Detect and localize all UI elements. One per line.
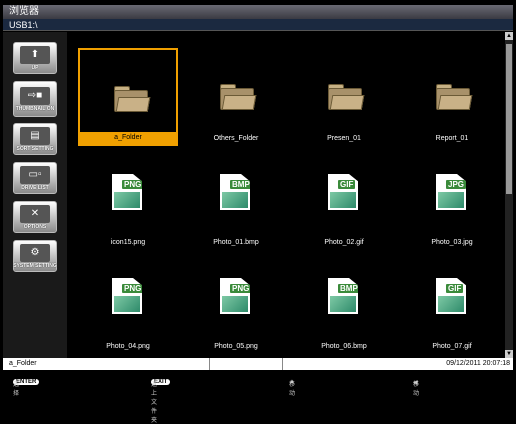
options-button[interactable]: ✕ OPTIONS — [13, 201, 57, 233]
file-item[interactable]: PNG icon15.png — [78, 152, 178, 250]
image-file-icon: PNG — [220, 278, 250, 314]
scroll-down-icon[interactable]: ▼ — [505, 350, 513, 358]
folder-item[interactable]: Presen_01 — [294, 48, 394, 146]
status-bar: a_Folder 09/12/2011 20:07:18 — [3, 358, 513, 370]
up-button[interactable]: ⬆ UP — [13, 42, 57, 74]
selected-item-text: a_Folder — [9, 360, 37, 367]
folder-icon — [328, 84, 365, 110]
image-file-icon: PNG — [112, 174, 142, 210]
window-title: 浏览器 — [3, 5, 513, 19]
path-bar: USB1:\ — [3, 19, 513, 31]
file-grid: a_Folder Others_Folder Presen_01 Report_… — [68, 32, 504, 358]
file-item[interactable]: PNG Photo_04.png — [78, 256, 178, 354]
vertical-scrollbar[interactable]: ▲ ▼ — [505, 32, 513, 358]
image-file-icon: GIF — [328, 174, 358, 210]
sort-setting-button[interactable]: ▤ SORT SETTING — [13, 123, 57, 155]
image-file-icon: JPG — [436, 174, 466, 210]
sort-icon: ▤ — [20, 126, 50, 145]
system-setting-button[interactable]: ⚙ SYSTEM SETTING — [13, 240, 57, 272]
scroll-up-icon[interactable]: ▲ — [505, 32, 513, 40]
scroll-thumb[interactable] — [506, 44, 512, 194]
folder-icon — [436, 84, 473, 110]
tools-icon: ✕ — [20, 204, 50, 223]
system-icon: ⚙ — [20, 243, 50, 262]
file-item[interactable]: PNG Photo_05.png — [186, 256, 286, 354]
file-item[interactable]: JPG Photo_03.jpg — [402, 152, 502, 250]
folder-icon — [220, 84, 257, 110]
file-item[interactable]: GIF Photo_07.gif — [402, 256, 502, 354]
datetime-text: 09/12/2011 20:07:18 — [446, 360, 510, 367]
drive-list-button[interactable]: ▭▫ DRIVE LIST — [13, 162, 57, 194]
image-file-icon: BMP — [328, 278, 358, 314]
image-file-icon: GIF — [436, 278, 466, 314]
file-item[interactable]: BMP Photo_06.bmp — [294, 256, 394, 354]
folder-item[interactable]: Report_01 — [402, 48, 502, 146]
file-item[interactable]: GIF Photo_02.gif — [294, 152, 394, 250]
thumbnail-icon: ⇨■ — [20, 86, 50, 105]
folder-icon — [114, 86, 151, 112]
sidebar: ⬆ UP ⇨■ THUMBNAIL ON ▤ SORT SETTING ▭▫ D… — [3, 32, 67, 358]
folder-item[interactable]: Others_Folder — [186, 48, 286, 146]
image-file-icon: BMP — [220, 174, 250, 210]
status-separator — [209, 358, 283, 370]
thumbnail-button[interactable]: ⇨■ THUMBNAIL ON — [13, 81, 57, 117]
folder-item[interactable]: a_Folder — [78, 48, 178, 146]
footer-hints: ENTER 选择 EXIT 返上 文件夹 ▲ 移动 ◀ 移动 — [13, 379, 420, 424]
drive-icon: ▭▫ — [20, 165, 50, 184]
folder-up-icon: ⬆ — [20, 45, 50, 64]
file-item[interactable]: BMP Photo_01.bmp — [186, 152, 286, 250]
image-file-icon: PNG — [112, 278, 142, 314]
